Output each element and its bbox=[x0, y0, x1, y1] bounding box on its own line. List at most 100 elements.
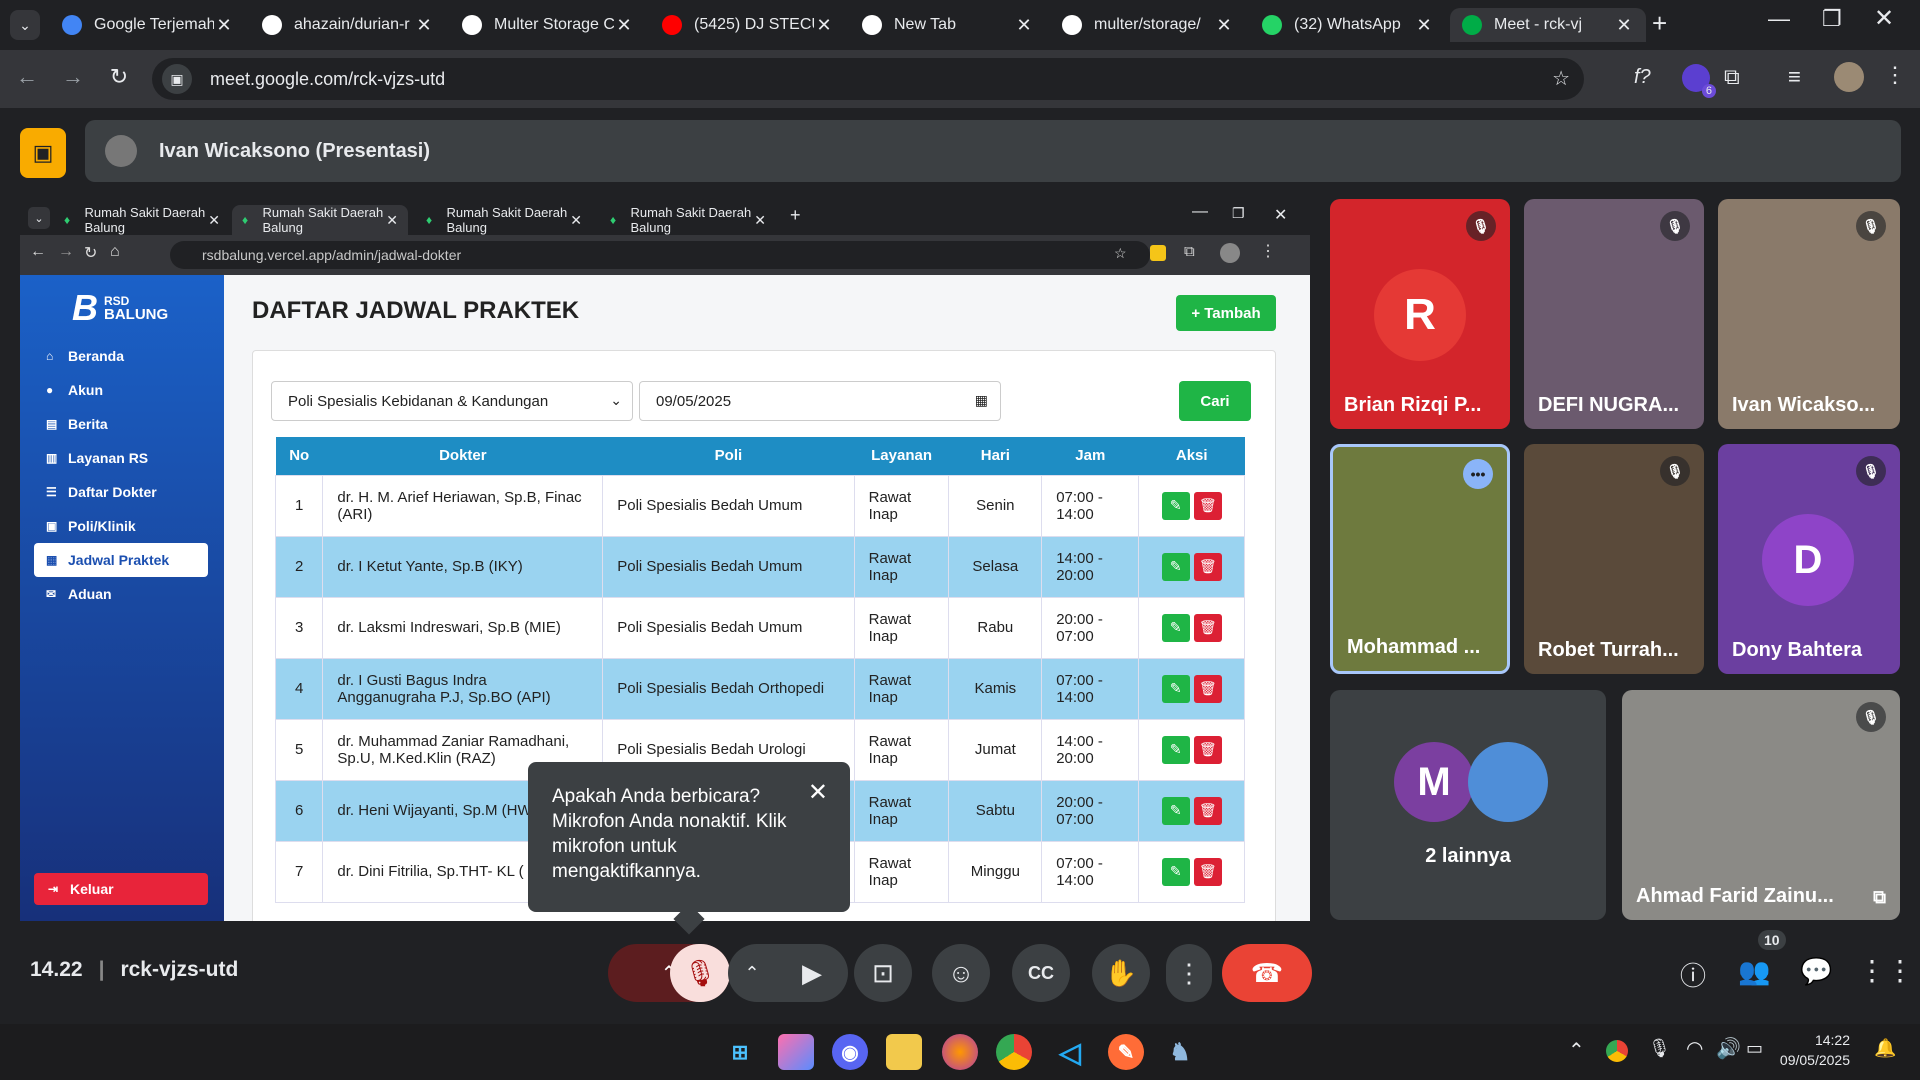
raise-hand-icon[interactable]: ✋ bbox=[1092, 944, 1150, 1002]
site-info-icon[interactable]: ▣ bbox=[162, 64, 192, 94]
close-tab-icon[interactable]: ✕ bbox=[1214, 15, 1234, 36]
meeting-info: 14.22 | rck-vjzs-utd bbox=[30, 958, 239, 981]
reload-icon[interactable]: ↻ bbox=[104, 64, 134, 90]
media-control-icon[interactable]: ≡ bbox=[1788, 64, 1801, 90]
participant-tile[interactable]: Ahmad Farid Zainu... 🎙 ⧉ bbox=[1622, 690, 1900, 920]
browser-tab[interactable]: (5425) DJ STECU ✕ bbox=[650, 8, 846, 42]
close-tab-icon[interactable]: ✕ bbox=[814, 15, 834, 36]
file-explorer-icon[interactable] bbox=[886, 1034, 922, 1070]
new-tab-button[interactable]: + bbox=[1652, 8, 1667, 39]
chrome-icon bbox=[862, 15, 882, 35]
postman-icon[interactable]: ✎ bbox=[1108, 1034, 1144, 1070]
sidebar-item-label: Daftar Dokter bbox=[68, 484, 157, 500]
close-tab-icon[interactable]: ✕ bbox=[1014, 15, 1034, 36]
browser-tab[interactable]: multer/storage/ ✕ bbox=[1050, 8, 1246, 42]
firefox-icon[interactable] bbox=[942, 1034, 978, 1070]
browser-tab[interactable]: Google Terjemah ✕ bbox=[50, 8, 246, 42]
activities-icon[interactable]: ⋮⋮ bbox=[1858, 954, 1914, 987]
extension-icon bbox=[1150, 245, 1166, 261]
sidebar-item-akun: ● Akun bbox=[34, 373, 208, 407]
participant-tile[interactable]: 2 lainnya M bbox=[1330, 690, 1606, 920]
participant-tile[interactable]: Mohammad ... ••• bbox=[1330, 444, 1510, 674]
browser-tab[interactable]: Meet - rck-vj ✕ bbox=[1450, 8, 1646, 42]
close-icon: ✕ bbox=[386, 211, 398, 228]
chrome-menu-icon[interactable]: ⋮ bbox=[1884, 62, 1906, 88]
close-tab-icon[interactable]: ✕ bbox=[614, 15, 634, 36]
close-tab-icon[interactable]: ✕ bbox=[214, 15, 234, 36]
discord-icon[interactable]: ◉ bbox=[832, 1034, 868, 1070]
browser-tab[interactable]: Multer Storage C ✕ bbox=[450, 8, 646, 42]
github-icon bbox=[1062, 15, 1082, 35]
captions-icon[interactable]: CC bbox=[1012, 944, 1070, 1002]
battery-icon[interactable]: ▭ bbox=[1746, 1038, 1763, 1059]
pgadmin-icon[interactable]: ♞ bbox=[1162, 1034, 1198, 1070]
url-text: meet.google.com/rck-vjzs-utd bbox=[210, 68, 446, 89]
chrome-icon[interactable] bbox=[996, 1034, 1032, 1070]
add-button: + Tambah bbox=[1176, 295, 1276, 331]
tray-expand-icon[interactable]: ⌃ bbox=[1568, 1038, 1585, 1063]
windows-start-icon[interactable]: ⊞ bbox=[722, 1034, 758, 1070]
close-window-icon: ✕ bbox=[1274, 207, 1288, 224]
stop-presenting-icon[interactable]: ▣ bbox=[20, 128, 66, 178]
column-header: Jam bbox=[1041, 437, 1139, 475]
forward-icon[interactable]: → bbox=[58, 64, 88, 90]
close-tab-icon[interactable]: ✕ bbox=[1414, 15, 1434, 36]
bookmark-star-icon[interactable]: ☆ bbox=[1552, 66, 1570, 91]
close-window-icon[interactable]: ✕ bbox=[1874, 4, 1894, 33]
profile-avatar[interactable] bbox=[1834, 62, 1864, 92]
more-options-icon[interactable]: ⋮ bbox=[1166, 944, 1212, 1002]
puzzle-icon[interactable]: ⧉ bbox=[1724, 64, 1740, 90]
camera-options-icon[interactable]: ⌃ bbox=[728, 963, 776, 984]
taskbar-clock[interactable]: 14:22 09/05/2025 bbox=[1770, 1030, 1850, 1070]
column-header: Hari bbox=[948, 437, 1042, 475]
copilot-icon[interactable] bbox=[778, 1034, 814, 1070]
vscode-icon[interactable]: ◁ bbox=[1052, 1034, 1088, 1070]
tray-chrome-icon[interactable] bbox=[1606, 1040, 1628, 1062]
restore-icon[interactable]: ❐ bbox=[1822, 6, 1842, 32]
browser-tab[interactable]: (32) WhatsApp ✕ bbox=[1250, 8, 1446, 42]
camera-control: ⌃ ▶ bbox=[728, 944, 848, 1002]
back-icon[interactable]: ← bbox=[12, 64, 42, 90]
url-field[interactable]: ▣ meet.google.com/rck-vjzs-utd ☆ bbox=[152, 58, 1584, 100]
table-row: 4 dr. I Gusti Bagus Indra Angganugraha P.… bbox=[274, 657, 1245, 720]
present-screen-icon[interactable]: ⊡ bbox=[854, 944, 912, 1002]
close-icon[interactable]: ✕ bbox=[808, 780, 828, 805]
extension-icon[interactable]: 6 bbox=[1682, 64, 1716, 98]
participant-name: Mohammad ... bbox=[1347, 636, 1481, 658]
minimize-icon[interactable]: — bbox=[1768, 6, 1790, 32]
mic-off-icon[interactable]: 🎙 bbox=[670, 944, 730, 1002]
chevron-down-icon: ⌄ bbox=[610, 392, 622, 408]
tab-search-icon[interactable]: ⌄ bbox=[10, 10, 40, 40]
emoji-icon[interactable]: ☺ bbox=[932, 944, 990, 1002]
table-cell: 07:00 - 14:00 bbox=[1041, 474, 1140, 537]
meeting-time: 14.22 bbox=[30, 958, 83, 981]
info-icon[interactable]: ⓘ bbox=[1680, 956, 1706, 993]
edit-icon: ✎ bbox=[1161, 491, 1190, 520]
tray-mic-icon[interactable]: 🎙 bbox=[1648, 1038, 1671, 1059]
browser-tab[interactable]: New Tab ✕ bbox=[850, 8, 1046, 42]
leave-call-icon[interactable]: ☎ bbox=[1222, 944, 1312, 1002]
site-leaf-icon: ♦ bbox=[426, 213, 433, 227]
participant-tile[interactable]: Dony Bahtera 🎙 D bbox=[1718, 444, 1900, 674]
camera-icon[interactable]: ▶ bbox=[776, 958, 848, 989]
table-cell: 14:00 - 20:00 bbox=[1041, 535, 1140, 598]
notification-bell-icon[interactable]: 🔔 bbox=[1874, 1038, 1896, 1059]
font-extension-icon[interactable]: f? bbox=[1634, 66, 1651, 89]
wifi-icon[interactable]: ◠ bbox=[1686, 1036, 1703, 1061]
close-tab-icon[interactable]: ✕ bbox=[1614, 15, 1634, 36]
chat-icon[interactable]: 💬 bbox=[1800, 956, 1832, 987]
participant-tile[interactable]: DEFI NUGRA... 🎙 bbox=[1524, 199, 1704, 429]
participant-tile[interactable]: Ivan Wicakso... 🎙 bbox=[1718, 199, 1900, 429]
close-tab-icon[interactable]: ✕ bbox=[414, 15, 434, 36]
sidebar-item-label: Jadwal Praktek bbox=[68, 552, 170, 568]
sidebar-item-aduan: ✉ Aduan bbox=[34, 577, 208, 611]
participant-tile[interactable]: Brian Rizqi P... 🎙 R bbox=[1330, 199, 1510, 429]
table-cell: Poli Spesialis Bedah Umum bbox=[602, 474, 855, 537]
pip-icon[interactable]: ⧉ bbox=[1873, 887, 1886, 908]
shared-tab: ♦ Rumah Sakit Daerah Balung ✕ bbox=[426, 205, 582, 235]
menu-icon: ⋮ bbox=[1260, 243, 1276, 260]
people-icon[interactable]: 👥 10 bbox=[1738, 930, 1786, 987]
participant-tile[interactable]: Robet Turrah... 🎙 bbox=[1524, 444, 1704, 674]
volume-icon[interactable]: 🔊 bbox=[1716, 1036, 1741, 1061]
browser-tab[interactable]: ahazain/durian-r ✕ bbox=[250, 8, 446, 42]
